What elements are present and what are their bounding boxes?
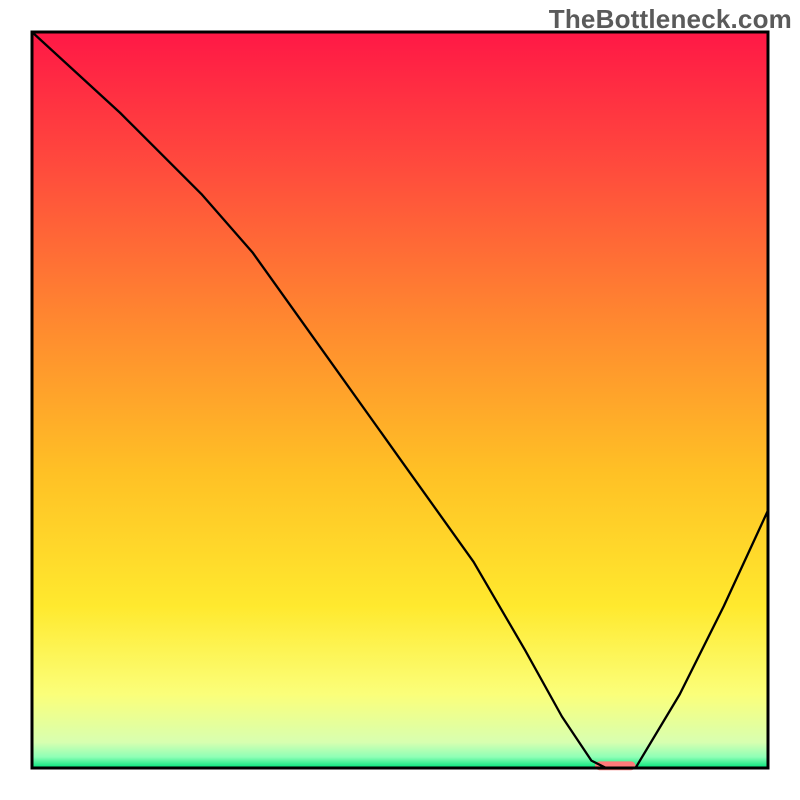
chart-canvas: TheBottleneck.com	[0, 0, 800, 800]
watermark: TheBottleneck.com	[549, 4, 792, 35]
chart-svg	[0, 0, 800, 800]
plot-background	[32, 32, 768, 768]
